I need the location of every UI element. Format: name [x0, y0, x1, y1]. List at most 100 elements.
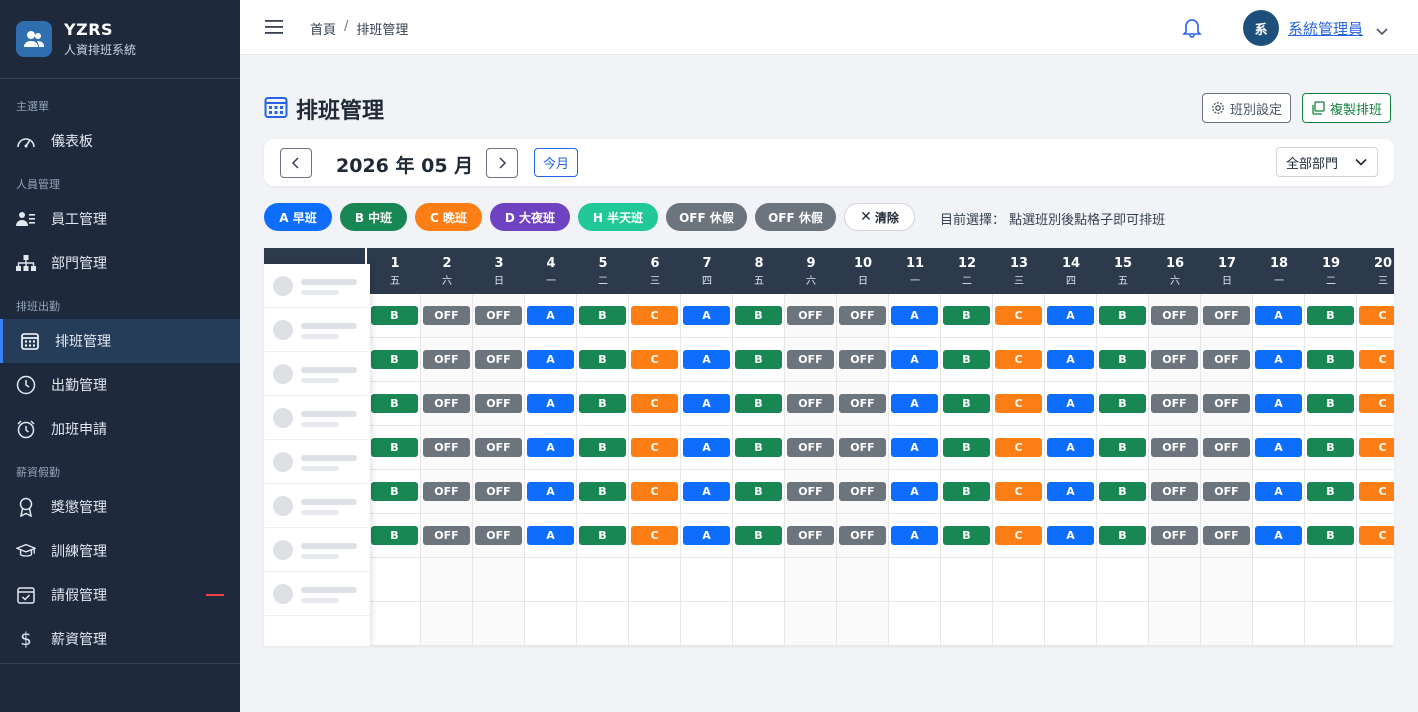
breadcrumb-home[interactable]: 首頁 [310, 19, 336, 38]
sidebar-item-rewards[interactable]: 獎懲管理 [0, 485, 240, 529]
schedule-cell[interactable]: B [941, 426, 993, 470]
schedule-cell[interactable] [941, 558, 993, 602]
schedule-cell[interactable]: OFF [837, 338, 889, 382]
shift-badge[interactable]: B [579, 482, 626, 501]
schedule-cell[interactable]: A [1253, 338, 1305, 382]
schedule-cell[interactable]: B [369, 426, 421, 470]
schedule-cell[interactable]: C [1357, 426, 1394, 470]
schedule-cell[interactable]: C [629, 294, 681, 338]
schedule-cell[interactable]: A [889, 514, 941, 558]
schedule-cell[interactable] [1045, 602, 1097, 646]
shift-badge[interactable]: C [995, 394, 1042, 413]
shift-badge[interactable]: B [1099, 482, 1146, 501]
schedule-cell[interactable]: A [889, 382, 941, 426]
schedule-cell[interactable]: OFF [1201, 294, 1253, 338]
schedule-cell[interactable] [369, 602, 421, 646]
schedule-cell[interactable]: A [1253, 426, 1305, 470]
schedule-cell[interactable]: A [681, 426, 733, 470]
schedule-cell[interactable]: OFF [1201, 382, 1253, 426]
shift-badge[interactable]: A [1255, 438, 1302, 457]
schedule-cell[interactable] [1149, 558, 1201, 602]
schedule-cell[interactable]: B [941, 338, 993, 382]
shift-badge[interactable]: OFF [839, 306, 886, 325]
schedule-cell[interactable] [1097, 558, 1149, 602]
schedule-cell[interactable] [421, 558, 473, 602]
schedule-cell[interactable] [1201, 558, 1253, 602]
schedule-cell[interactable] [1253, 602, 1305, 646]
schedule-cell[interactable]: A [1045, 470, 1097, 514]
schedule-cell[interactable]: B [1097, 426, 1149, 470]
shift-badge[interactable]: OFF [839, 526, 886, 545]
schedule-cell[interactable] [889, 558, 941, 602]
shift-badge[interactable]: OFF [423, 350, 470, 369]
schedule-cell[interactable]: OFF [473, 514, 525, 558]
shift-badge[interactable]: OFF [1151, 306, 1198, 325]
schedule-cell[interactable] [629, 558, 681, 602]
shift-badge[interactable]: B [943, 306, 990, 325]
shift-chip-d[interactable]: D 大夜班 [490, 203, 570, 231]
schedule-cell[interactable]: A [525, 470, 577, 514]
schedule-cell[interactable]: OFF [1201, 514, 1253, 558]
schedule-cell[interactable]: OFF [785, 294, 837, 338]
shift-chip-a[interactable]: A 早班 [264, 203, 332, 231]
shift-badge[interactable]: B [371, 394, 418, 413]
schedule-cell[interactable]: A [681, 470, 733, 514]
schedule-cell[interactable]: A [681, 294, 733, 338]
schedule-cell[interactable]: A [525, 426, 577, 470]
schedule-cell[interactable] [1253, 558, 1305, 602]
schedule-cell[interactable]: A [681, 338, 733, 382]
schedule-cell[interactable] [369, 558, 421, 602]
schedule-cell[interactable]: OFF [837, 470, 889, 514]
schedule-cell[interactable]: A [889, 338, 941, 382]
shift-badge[interactable]: A [1255, 482, 1302, 501]
schedule-cell[interactable]: A [525, 514, 577, 558]
shift-badge[interactable]: B [1307, 526, 1354, 545]
schedule-cell[interactable] [473, 558, 525, 602]
shift-badge[interactable]: C [631, 482, 678, 501]
shift-badge[interactable]: OFF [839, 438, 886, 457]
shift-badge[interactable]: A [683, 526, 730, 545]
schedule-cell[interactable]: OFF [1149, 338, 1201, 382]
shift-badge[interactable]: B [943, 438, 990, 457]
shift-badge[interactable]: OFF [423, 394, 470, 413]
shift-badge[interactable]: A [683, 482, 730, 501]
schedule-cell[interactable] [525, 602, 577, 646]
shift-badge[interactable]: OFF [475, 306, 522, 325]
shift-badge[interactable]: B [735, 482, 782, 501]
schedule-cell[interactable]: B [941, 294, 993, 338]
shift-chip-off[interactable]: OFF 休假 [666, 203, 747, 231]
shift-badge[interactable]: B [735, 394, 782, 413]
shift-badge[interactable]: B [1099, 306, 1146, 325]
shift-badge[interactable]: A [1047, 482, 1094, 501]
shift-badge[interactable]: B [943, 526, 990, 545]
shift-badge[interactable]: A [527, 306, 574, 325]
shift-badge[interactable]: C [631, 438, 678, 457]
schedule-cell[interactable] [681, 602, 733, 646]
shift-badge[interactable]: B [1099, 438, 1146, 457]
shift-settings-button[interactable]: 班別設定 [1202, 93, 1292, 123]
shift-badge[interactable]: OFF [1203, 394, 1250, 413]
schedule-cell[interactable] [889, 602, 941, 646]
shift-badge[interactable]: B [579, 306, 626, 325]
schedule-cell[interactable]: OFF [421, 338, 473, 382]
shift-badge[interactable]: C [631, 526, 678, 545]
schedule-cell[interactable]: A [1045, 294, 1097, 338]
sidebar-item-attendance[interactable]: 出勤管理 [0, 363, 240, 407]
schedule-cell[interactable]: C [1357, 470, 1394, 514]
shift-badge[interactable]: C [631, 350, 678, 369]
shift-badge[interactable]: B [579, 394, 626, 413]
schedule-cell[interactable]: B [733, 382, 785, 426]
schedule-cell[interactable]: C [629, 426, 681, 470]
shift-badge[interactable]: C [1359, 526, 1394, 545]
shift-badge[interactable]: OFF [1203, 526, 1250, 545]
schedule-cell[interactable] [473, 602, 525, 646]
schedule-cell[interactable]: A [1045, 514, 1097, 558]
schedule-cell[interactable] [1357, 602, 1394, 646]
schedule-cell[interactable]: OFF [1201, 338, 1253, 382]
shift-badge[interactable]: OFF [787, 350, 834, 369]
department-select[interactable]: 全部部門 [1276, 147, 1378, 177]
hamburger-menu-icon[interactable] [265, 19, 285, 35]
schedule-cell[interactable]: OFF [785, 470, 837, 514]
shift-badge[interactable]: C [1359, 306, 1394, 325]
schedule-cell[interactable] [837, 602, 889, 646]
